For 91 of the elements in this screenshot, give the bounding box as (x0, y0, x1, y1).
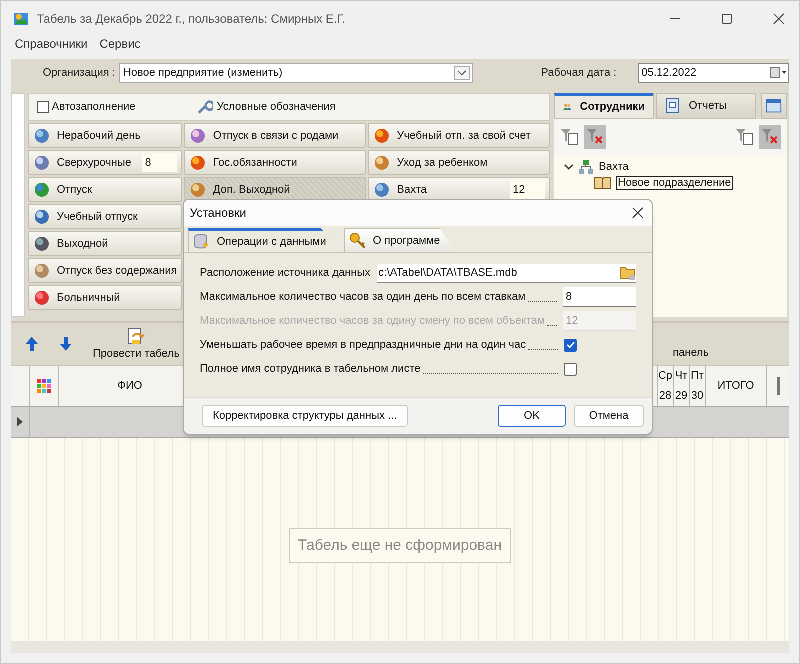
leader-line (528, 300, 557, 302)
leader-line (528, 348, 558, 350)
calendar-tab[interactable] (761, 93, 787, 119)
mark-button[interactable]: Учебный отпуск (28, 204, 182, 229)
autofill-checkbox[interactable]: Автозаполнение (37, 101, 197, 113)
menu-item[interactable]: Справочники (15, 37, 88, 55)
data-source-field[interactable]: c:\ATabel\DATA\TBASE.mdb (376, 264, 636, 282)
dialog-tab[interactable]: Операции с данными (188, 228, 344, 252)
mark-icon (373, 180, 392, 198)
wrench-icon (197, 99, 213, 115)
setting-label: Расположение источника данных (200, 267, 371, 279)
checkbox[interactable] (564, 362, 577, 376)
folder-icon[interactable] (620, 264, 636, 280)
side-tab[interactable]: Отчеты (656, 93, 756, 119)
org-chart-icon (578, 159, 594, 175)
setting-label: Уменьшать рабочее время в предпраздничные дни на один час (200, 339, 526, 351)
clear-filter-icon[interactable] (584, 125, 606, 149)
checkbox[interactable] (564, 338, 577, 352)
mark-icon (33, 288, 51, 306)
cancel-button[interactable]: Отмена (574, 405, 644, 427)
weekday-header: Пт (691, 370, 704, 382)
mark-button[interactable]: Уход за ребенком (368, 150, 550, 175)
dialog-title: Установки (190, 206, 246, 220)
menu-item[interactable]: Сервис (100, 37, 141, 55)
mark-icon (189, 154, 208, 172)
dialog-tab[interactable]: О программе (344, 228, 456, 252)
weekday-header: Чт (675, 370, 688, 382)
leader-line (547, 324, 557, 326)
filter-list-icon[interactable] (735, 126, 755, 148)
book-icon (594, 176, 612, 190)
work-date-label: Рабочая дата : (541, 67, 618, 79)
app-icon (13, 11, 29, 27)
post-timesheet-button[interactable]: Провести табель (93, 328, 180, 360)
day-header: 29 (675, 390, 688, 402)
window-title: Табель за Декабрь 2022 г., пользователь: Смирных Е.Г. (37, 12, 347, 26)
up-arrow-icon[interactable] (25, 336, 39, 352)
mark-icon (33, 234, 51, 252)
hours-field[interactable]: 12 (510, 180, 546, 199)
mark-icon (33, 208, 51, 226)
mark-icon (33, 154, 51, 172)
mark-icon (33, 126, 51, 144)
clear-filter-icon[interactable] (759, 125, 781, 149)
mark-button[interactable]: Отпуск (28, 177, 182, 202)
mark-button[interactable]: Нерабочий день (28, 123, 182, 148)
mark-icon (189, 180, 208, 198)
filter-list-icon[interactable] (560, 126, 580, 148)
dropdown-icon[interactable] (454, 66, 470, 80)
report-icon (665, 98, 681, 114)
mark-button[interactable]: Больничный (28, 285, 182, 310)
mark-icon (189, 126, 208, 144)
mark-button[interactable]: Выходной (28, 231, 182, 256)
mark-button[interactable]: Гос.обязанности (184, 150, 366, 175)
setting-label: Полное имя сотрудника в табельном листе (200, 363, 421, 375)
row-pointer-icon (17, 417, 23, 427)
tree-item[interactable]: Вахта (598, 161, 630, 173)
mark-icon (33, 262, 51, 280)
mark-icon (373, 126, 392, 144)
mark-button[interactable]: Отпуск без содержания (28, 258, 182, 283)
document-arrow-icon (127, 328, 146, 346)
maximize-icon[interactable] (721, 13, 733, 25)
empty-message: Табель еще не сформирован (289, 528, 511, 563)
scrollbar-thumb[interactable] (776, 377, 780, 395)
down-arrow-icon[interactable] (59, 336, 73, 352)
weekday-header: Ср (658, 370, 673, 382)
hours-field[interactable]: 8 (563, 287, 636, 307)
day-header: 28 (659, 390, 672, 402)
database-icon (193, 232, 211, 250)
organization-label: Организация : (43, 67, 116, 79)
column-header: ИТОГО (706, 366, 767, 406)
close-icon[interactable] (773, 13, 785, 25)
side-tab[interactable]: Сотрудники (554, 93, 654, 119)
setting-label: Максимальное количество часов за один день по всем ставкам (200, 291, 526, 303)
expand-icon[interactable] (564, 162, 574, 172)
hours-field[interactable]: 8 (142, 153, 178, 172)
work-date-field[interactable]: 05.12.2022 (638, 63, 790, 83)
mark-button[interactable]: Сверхурочные 8 (28, 150, 182, 175)
day-header: 30 (691, 390, 704, 402)
legend-button[interactable]: Условные обозначения (197, 99, 336, 115)
ok-button[interactable]: OK (498, 405, 566, 427)
organization-dropdown[interactable]: Новое предприятие (изменить) (119, 63, 474, 83)
repair-structure-button[interactable]: Корректировка структуры данных ... (202, 405, 408, 427)
key-icon (349, 232, 367, 250)
panel-button[interactable]: панель (672, 329, 709, 359)
color-grid-icon[interactable] (36, 378, 52, 394)
mark-icon (33, 180, 51, 198)
mark-icon (373, 154, 392, 172)
setting-label: Максимальное количество часов за одину смену по всем объектам (200, 315, 546, 327)
mark-button[interactable]: Отпуск в связи с родами (184, 123, 366, 148)
mark-button[interactable]: Учебный отп. за свой счет (368, 123, 550, 148)
close-icon[interactable] (632, 207, 644, 219)
tree-item[interactable]: Новое подразделение (616, 176, 734, 190)
